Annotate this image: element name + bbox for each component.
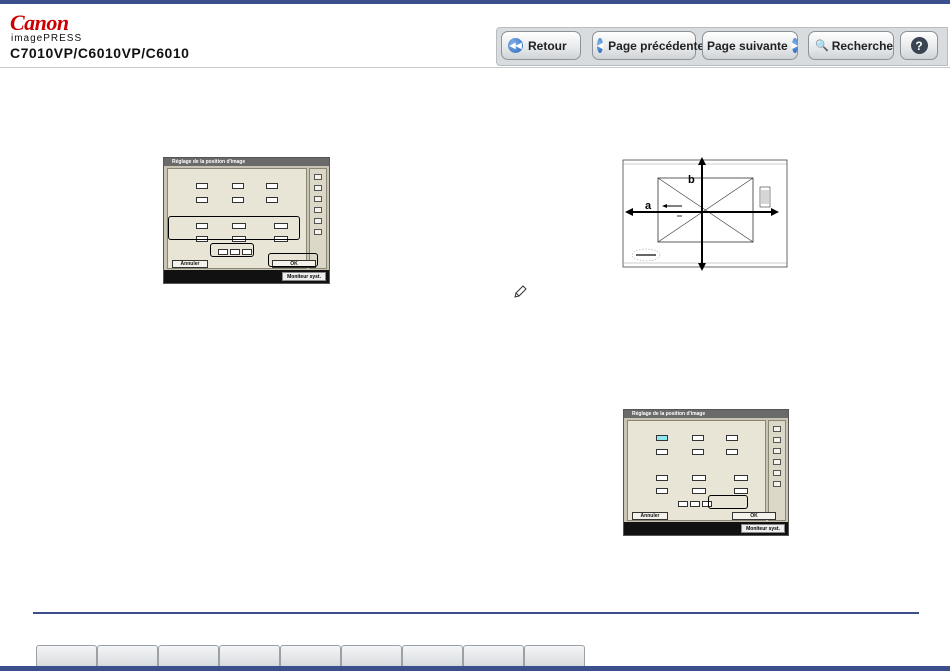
cancel-button[interactable]: Annuler [632, 512, 668, 520]
back-button[interactable]: ◀◀ Retour [501, 31, 581, 60]
next-page-label: Page suivante [707, 38, 788, 53]
chapter-tabs [36, 645, 585, 667]
screenshot-image-position-1: Réglage de la position d'image Annuler O… [163, 157, 330, 284]
next-page-button[interactable]: Page suivante ▶ [702, 31, 798, 60]
screen-title: Réglage de la position d'image [164, 158, 329, 166]
system-monitor-button[interactable]: Moniteur syst. [741, 524, 785, 533]
note-pencil-icon [514, 285, 527, 298]
chapter-tab[interactable] [524, 645, 585, 667]
manual-page: Canon imagePRESS C7010VP/C6010VP/C6010 ◀… [0, 0, 950, 671]
prev-page-label: Page précédente [608, 38, 705, 53]
model-name: C7010VP/C6010VP/C6010 [10, 45, 190, 61]
highlight-center-button [708, 495, 748, 509]
label-b: b [688, 174, 695, 186]
chapter-tab[interactable] [463, 645, 524, 667]
highlight-ok [268, 253, 318, 267]
chapter-tab[interactable] [402, 645, 463, 667]
arrow-left-icon: ◀ [597, 38, 604, 53]
system-monitor-button[interactable]: Moniteur syst. [282, 272, 326, 281]
side-button-column [768, 420, 786, 521]
search-icon: 🔍 [815, 40, 829, 52]
help-icon: ? [910, 37, 928, 54]
chapter-tab[interactable] [158, 645, 219, 667]
product-name: imagePRESS [11, 33, 83, 44]
footer-divider [33, 612, 919, 614]
cancel-button[interactable]: Annuler [172, 260, 208, 268]
chapter-tab[interactable] [97, 645, 158, 667]
highlight-stepper [210, 243, 254, 257]
chapter-tab[interactable] [280, 645, 341, 667]
chapter-tab[interactable] [219, 645, 280, 667]
arrow-right-icon: ▶ [791, 38, 798, 53]
help-button[interactable]: ? [900, 31, 938, 60]
prev-page-button[interactable]: ◀ Page précédente [592, 31, 704, 60]
chapter-tab[interactable] [341, 645, 402, 667]
chapter-tab[interactable] [36, 645, 97, 667]
screenshot-image-position-2: Réglage de la position d'image Annuler O… [623, 409, 789, 536]
search-label: Recherche [831, 38, 894, 53]
image-shift-diagram: b a [622, 157, 788, 271]
rewind-icon: ◀◀ [508, 38, 523, 53]
label-a: a [645, 200, 652, 212]
bottom-stripe [0, 666, 950, 671]
highlight-offset-fields [168, 216, 300, 240]
search-button[interactable]: 🔍 Recherche [808, 31, 894, 60]
back-label: Retour [528, 38, 567, 53]
ok-button[interactable]: OK [732, 512, 776, 520]
screen-title: Réglage de la position d'image [624, 410, 788, 418]
